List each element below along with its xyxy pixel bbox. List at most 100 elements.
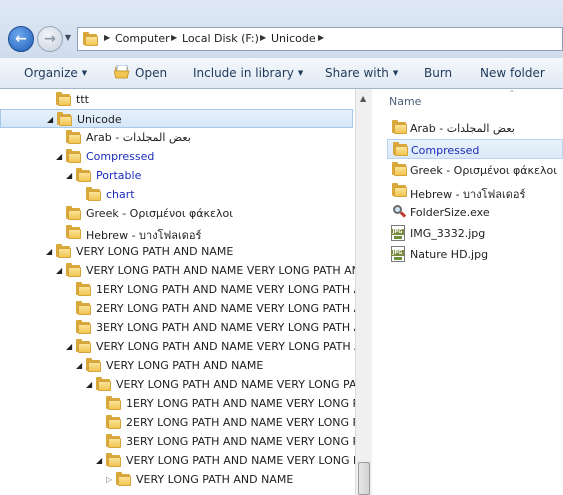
file-list-item[interactable]: FolderSize.exe [387,202,563,222]
tree-item-label: Greek - Ορισμένοι φάκελοι [86,207,233,220]
jpg-icon: JPG [391,225,407,241]
folder-icon [75,168,91,182]
expand-arrow-icon[interactable]: ▷ [106,475,112,484]
command-bar: Organize ▼ Open Include in library ▼ Share… [0,58,563,89]
file-list-item[interactable]: Compressed [387,139,563,159]
address-bar[interactable]: ▶ Computer ▶ Local Disk (F:) ▶ Unicode ▶ [77,27,563,51]
forward-arrow-icon: → [44,31,56,47]
tree-item[interactable]: ◢ VERY LONG PATH AND NAME [0,242,355,261]
collapse-arrow-icon[interactable]: ◢ [96,456,102,465]
chevron-right-icon[interactable]: ▶ [260,33,266,42]
collapse-arrow-icon[interactable]: ◢ [56,152,62,161]
organize-button[interactable]: Organize ▼ [24,66,87,80]
tree-item[interactable]: chart [0,185,355,204]
back-button[interactable]: ← [8,26,34,52]
breadcrumb-computer[interactable]: Computer [115,32,170,45]
folder-icon [75,339,91,353]
chevron-right-icon[interactable]: ▶ [104,33,110,42]
collapse-arrow-icon[interactable]: ◢ [66,171,72,180]
tree-item[interactable]: ◢ Compressed [0,147,355,166]
scrollbar-thumb[interactable] [358,462,370,495]
chevron-right-icon[interactable]: ▶ [171,33,177,42]
file-list-item[interactable]: Arab - بعض المجلدات [387,118,563,138]
folder-icon [391,183,407,197]
share-with-button[interactable]: Share with ▼ [325,66,398,80]
file-name: Greek - Ορισμένοι φάκελοι [410,164,557,177]
navigation-pane[interactable]: ttt ◢ Unicode Arab - بعض المجلدات ◢ Compresse… [0,89,355,495]
folder-icon [391,120,407,134]
tree-item[interactable]: ◢ VERY LONG PATH AND NAME VERY LONG PATH … [0,261,355,280]
tree-item[interactable]: 1ERY LONG PATH AND NAME VERY LONG PATH A… [0,394,355,413]
breadcrumb-local-disk[interactable]: Local Disk (F:) [182,32,259,45]
organize-label: Organize [24,66,78,80]
folder-icon [82,32,98,46]
file-list-item[interactable]: Hebrew - บางโฟลเดอร์ [387,181,563,201]
folder-icon [75,320,91,334]
folder-icon [65,263,81,277]
tree-item-label: 2ERY LONG PATH AND NAME VERY LONG PATH A… [96,302,355,315]
tree-item-label: VERY LONG PATH AND NAME VERY LONG PATH A… [86,264,355,277]
collapse-arrow-icon[interactable]: ◢ [46,247,52,256]
tree-item[interactable]: ◢ Unicode [0,109,353,128]
tree-item[interactable]: 2ERY LONG PATH AND NAME VERY LONG PATH A… [0,413,355,432]
tree-item[interactable]: 1ERY LONG PATH AND NAME VERY LONG PATH A… [0,280,355,299]
recent-pages-dropdown[interactable]: ▼ [63,33,73,43]
tree-item[interactable]: ◢ VERY LONG PATH AND NAME [0,356,355,375]
tree-item-label: 3ERY LONG PATH AND NAME VERY LONG PATH A… [96,321,355,334]
tree-item-label: Portable [96,169,142,182]
tree-item[interactable]: 3ERY LONG PATH AND NAME VERY LONG PATH A… [0,318,355,337]
tree-item[interactable]: Arab - بعض المجلدات [0,128,355,147]
file-name: FolderSize.exe [410,206,490,219]
column-header-name[interactable]: Name [389,95,421,108]
tree-item[interactable]: Hebrew - บางโฟลเดอร์ [0,223,355,242]
collapse-arrow-icon[interactable]: ◢ [86,380,92,389]
tree-item[interactable]: 2ERY LONG PATH AND NAME VERY LONG PATH A… [0,299,355,318]
scroll-up-icon[interactable]: ▲ [360,94,366,103]
file-list-item[interactable]: Greek - Ορισμένοι φάκελοι [387,160,563,180]
breadcrumb-unicode[interactable]: Unicode [271,32,316,45]
sort-ascending-icon: ⌃ [509,89,515,97]
tree-item-label: 3ERY LONG PATH AND NAME VERY LONG PATH A… [126,435,355,448]
navigation-scrollbar[interactable]: ▲ [355,89,372,495]
collapse-arrow-icon[interactable]: ◢ [76,361,82,370]
tree-item[interactable]: ◢ Portable [0,166,355,185]
tree-item[interactable]: ▷ VERY LONG PATH AND NAME [0,470,355,489]
folder-icon [105,396,121,410]
collapse-arrow-icon[interactable]: ◢ [47,115,53,124]
folder-icon [65,149,81,163]
jpg-icon: JPG [391,246,407,262]
chevron-down-icon: ▼ [81,69,88,77]
burn-button[interactable]: Burn [424,66,452,80]
collapse-arrow-icon[interactable]: ◢ [66,342,72,351]
folder-icon [85,358,101,372]
forward-button[interactable]: → [37,26,63,52]
exe-icon [391,204,407,218]
new-folder-button[interactable]: New folder [480,66,545,80]
collapse-arrow-icon[interactable]: ◢ [56,266,62,275]
share-with-label: Share with [325,66,389,80]
open-button[interactable]: Open [135,66,167,80]
file-list-pane[interactable]: Name ⌃ Arab - بعض المجلدات Compressed Gree… [375,89,563,495]
folder-icon [65,206,81,220]
tree-item-label: 1ERY LONG PATH AND NAME VERY LONG PATH A… [96,283,355,296]
title-address-bar: ← → ▼ ▶ Computer ▶ Local Disk (F:) ▶ Uni… [0,0,563,58]
tree-item[interactable]: ◢ VERY LONG PATH AND NAME VERY LONG PATH … [0,337,355,356]
include-in-library-button[interactable]: Include in library ▼ [193,66,303,80]
tree-item-label: VERY LONG PATH AND NAME [76,245,234,258]
file-list-item[interactable]: JPG Nature HD.jpg [387,244,563,264]
chevron-right-icon[interactable]: ▶ [318,33,324,42]
tree-item[interactable]: ◢ VERY LONG PATH AND NAME VERY LONG PATH … [0,451,355,470]
folder-icon [85,187,101,201]
tree-item-label: Compressed [86,150,155,163]
tree-item[interactable]: ◢ VERY LONG PATH AND NAME VERY LONG PATH … [0,375,355,394]
tree-item[interactable]: 3ERY LONG PATH AND NAME VERY LONG PATH A… [0,432,355,451]
folder-icon [65,225,81,239]
file-name: Compressed [411,144,480,157]
tree-item[interactable]: ttt [0,90,355,109]
back-arrow-icon: ← [15,31,27,47]
file-list-item[interactable]: JPG IMG_3332.jpg [387,223,563,243]
folder-icon [65,130,81,144]
chevron-down-icon: ▼ [297,69,304,77]
tree-item[interactable]: Greek - Ορισμένοι φάκελοι [0,204,355,223]
file-name: Nature HD.jpg [410,248,489,261]
